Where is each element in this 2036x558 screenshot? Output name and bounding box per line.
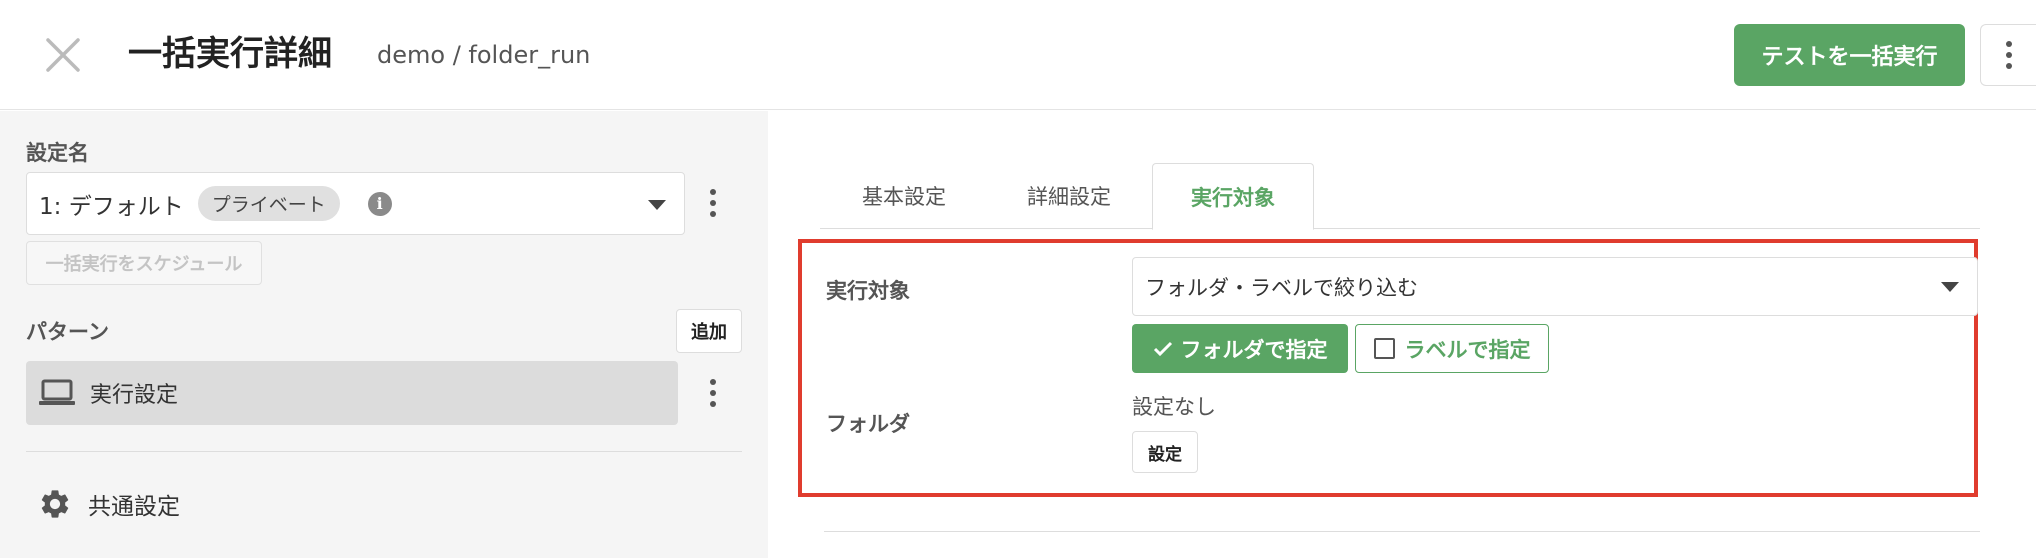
- add-pattern-button[interactable]: 追加: [676, 309, 742, 353]
- check-icon: [1153, 341, 1172, 356]
- label-filter-toggle[interactable]: ラベルで指定: [1355, 324, 1549, 373]
- folder-label: フォルダ: [826, 412, 910, 436]
- info-icon[interactable]: i: [367, 191, 392, 216]
- config-select[interactable]: 1: デフォルト プライベート i: [26, 172, 685, 235]
- config-name-label: 設定名: [26, 141, 89, 165]
- common-settings-label: 共通設定: [88, 494, 180, 520]
- folder-set-button[interactable]: 設定: [1132, 431, 1198, 473]
- run-target-label: 実行対象: [826, 279, 910, 303]
- checkbox-icon: [1373, 338, 1395, 359]
- page-title: 一括実行詳細: [128, 34, 332, 74]
- laptop-icon: [39, 379, 75, 405]
- sidebar-divider: [26, 451, 742, 452]
- folder-value: 設定なし: [1132, 395, 1216, 419]
- close-icon: [46, 38, 80, 72]
- tab-basic-settings[interactable]: 基本設定: [820, 163, 988, 229]
- pattern-more-button[interactable]: [700, 371, 726, 415]
- close-button[interactable]: [40, 32, 86, 78]
- run-target-select[interactable]: フォルダ・ラベルで絞り込む: [1132, 257, 1978, 316]
- pattern-item-run-settings[interactable]: 実行設定: [26, 361, 678, 425]
- main-divider: [824, 531, 1980, 532]
- pattern-item-label: 実行設定: [90, 383, 179, 408]
- tab-run-target[interactable]: 実行対象: [1152, 163, 1314, 230]
- header-more-button[interactable]: [1980, 24, 2036, 86]
- folder-filter-label: フォルダで指定: [1180, 337, 1328, 362]
- chevron-down-icon: [648, 200, 666, 210]
- gear-icon: [41, 490, 69, 518]
- tab-bar: 基本設定 詳細設定 実行対象: [820, 163, 1980, 230]
- breadcrumb[interactable]: demo / folder_run: [377, 38, 590, 72]
- run-all-tests-button[interactable]: テストを一括実行: [1734, 24, 1965, 86]
- config-select-value: 1: デフォルト: [39, 193, 184, 220]
- schedule-button[interactable]: 一括実行をスケジュール: [26, 241, 262, 285]
- private-badge: プライベート: [197, 186, 340, 221]
- config-more-button[interactable]: [700, 181, 726, 225]
- more-vertical-icon: [2005, 41, 2012, 69]
- more-vertical-icon: [710, 379, 716, 407]
- main-panel: 基本設定 詳細設定 実行対象 実行対象 フォルダ・ラベルで絞り込む フォルダで指…: [768, 111, 2036, 558]
- sidebar: 設定名 1: デフォルト プライベート i 一括実行をスケジュール パターン 追…: [0, 111, 768, 558]
- chevron-down-icon: [1941, 282, 1959, 292]
- folder-filter-toggle[interactable]: フォルダで指定: [1132, 324, 1348, 373]
- label-filter-label: ラベルで指定: [1404, 337, 1531, 362]
- run-target-select-value: フォルダ・ラベルで絞り込む: [1145, 275, 1418, 300]
- pattern-label: パターン: [26, 320, 109, 344]
- more-vertical-icon: [710, 189, 716, 217]
- common-settings-item[interactable]: 共通設定: [38, 487, 180, 521]
- header: 一括実行詳細 demo / folder_run テストを一括実行: [0, 0, 2036, 110]
- tab-detail-settings[interactable]: 詳細設定: [988, 163, 1150, 229]
